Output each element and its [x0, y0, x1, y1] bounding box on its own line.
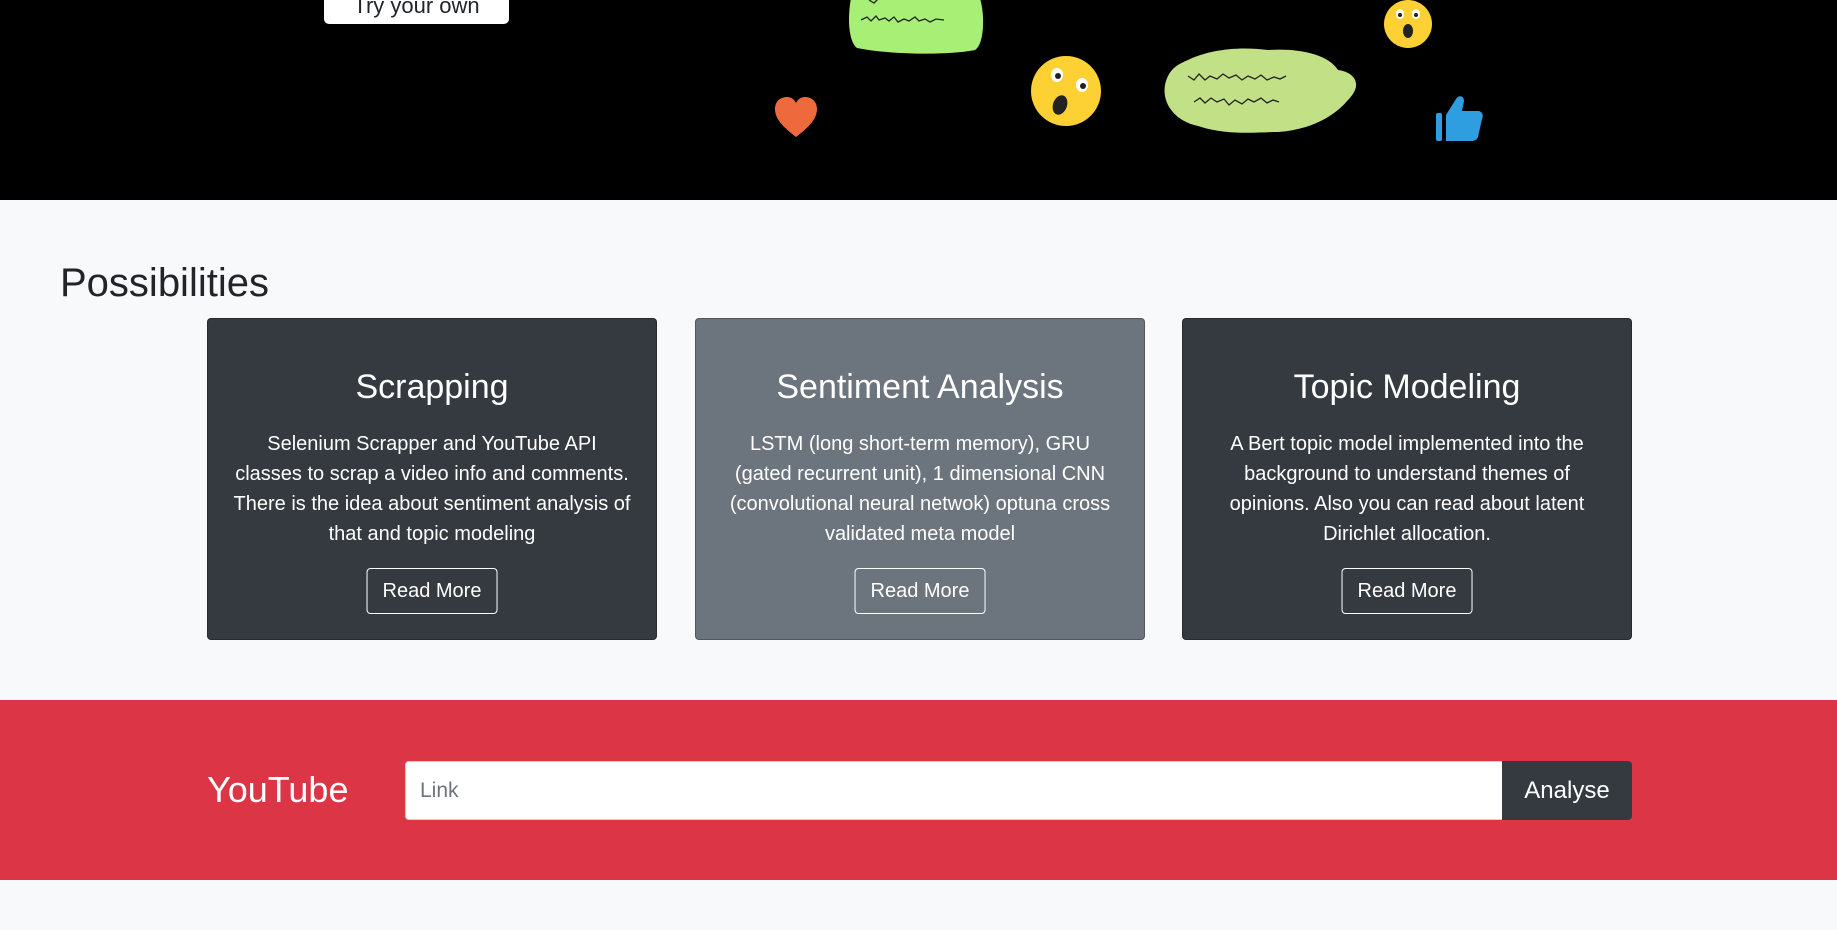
speech-blob-icon [1164, 48, 1357, 133]
card-title: Scrapping [355, 368, 509, 406]
surprised-emoji-icon [1031, 56, 1101, 126]
card-topic-modeling: Topic Modeling A Bert topic model implem… [1182, 318, 1632, 640]
youtube-analyse-bar: YouTube Analyse [0, 700, 1837, 880]
card-text: A Bert topic model implemented into the … [1229, 433, 1585, 545]
analyse-button[interactable]: Analyse [1502, 761, 1632, 820]
youtube-link-input[interactable] [405, 761, 1502, 820]
read-more-button[interactable]: Read More [1341, 568, 1473, 614]
card-text: Selenium Scrapper and YouTube API classe… [233, 433, 631, 545]
youtube-label: YouTube [207, 769, 349, 810]
card-title: Sentiment Analysis [776, 368, 1064, 406]
surprised-emoji-icon [1384, 0, 1432, 48]
card-scrapping: Scrapping Selenium Scrapper and YouTube … [207, 318, 657, 640]
read-more-button[interactable]: Read More [854, 568, 986, 614]
speech-blob-icon [849, 0, 984, 54]
hero-banner: Try your own [0, 0, 1837, 200]
heart-icon [775, 97, 817, 137]
read-more-button[interactable]: Read More [366, 568, 498, 614]
possibilities-heading: Possibilities [60, 261, 269, 305]
card-title: Topic Modeling [1293, 368, 1521, 406]
card-text: LSTM (long short-term memory), GRU (gate… [729, 433, 1111, 545]
thumbs-up-icon [1436, 96, 1483, 141]
try-your-own-button[interactable]: Try your own [324, 0, 509, 24]
card-sentiment-analysis: Sentiment Analysis LSTM (long short-term… [695, 318, 1145, 640]
